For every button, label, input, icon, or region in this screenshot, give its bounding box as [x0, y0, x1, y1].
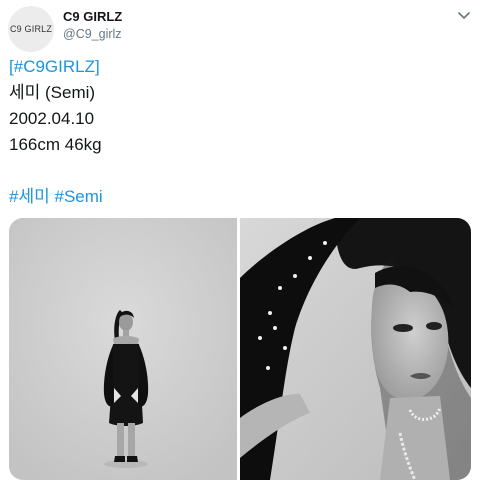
tweet-line-4: 166cm 46kg: [9, 135, 102, 154]
bracket-close: ]: [94, 57, 100, 76]
photo-left[interactable]: [9, 218, 237, 480]
hashtag-link-2[interactable]: #Semi: [54, 187, 102, 206]
portrait-photo-image: [240, 218, 471, 480]
media-grid: [9, 218, 471, 480]
user-handle[interactable]: @C9_girlz: [63, 27, 122, 41]
tweet-line-6: #세미 #Semi: [9, 184, 103, 210]
photo-right[interactable]: [240, 218, 471, 480]
tweet-line-2: 세미 (Semi): [9, 83, 96, 102]
chevron-down-icon[interactable]: [455, 6, 473, 24]
hashtag-link-1[interactable]: #세미: [9, 187, 50, 206]
display-name[interactable]: C9 GIRLZ: [63, 9, 122, 24]
avatar[interactable]: C9 GIRLZ: [8, 6, 54, 52]
full-body-photo-image: [9, 218, 237, 480]
avatar-label: C9 GIRLZ: [9, 24, 53, 34]
hashtag-group-link[interactable]: #C9GIRLZ: [14, 57, 95, 76]
tweet-line-1: [#C9GIRLZ]: [9, 54, 103, 80]
tweet-text: [#C9GIRLZ] 세미 (Semi) 2002.04.10 166cm 46…: [9, 54, 103, 210]
tweet-line-3: 2002.04.10: [9, 109, 95, 128]
